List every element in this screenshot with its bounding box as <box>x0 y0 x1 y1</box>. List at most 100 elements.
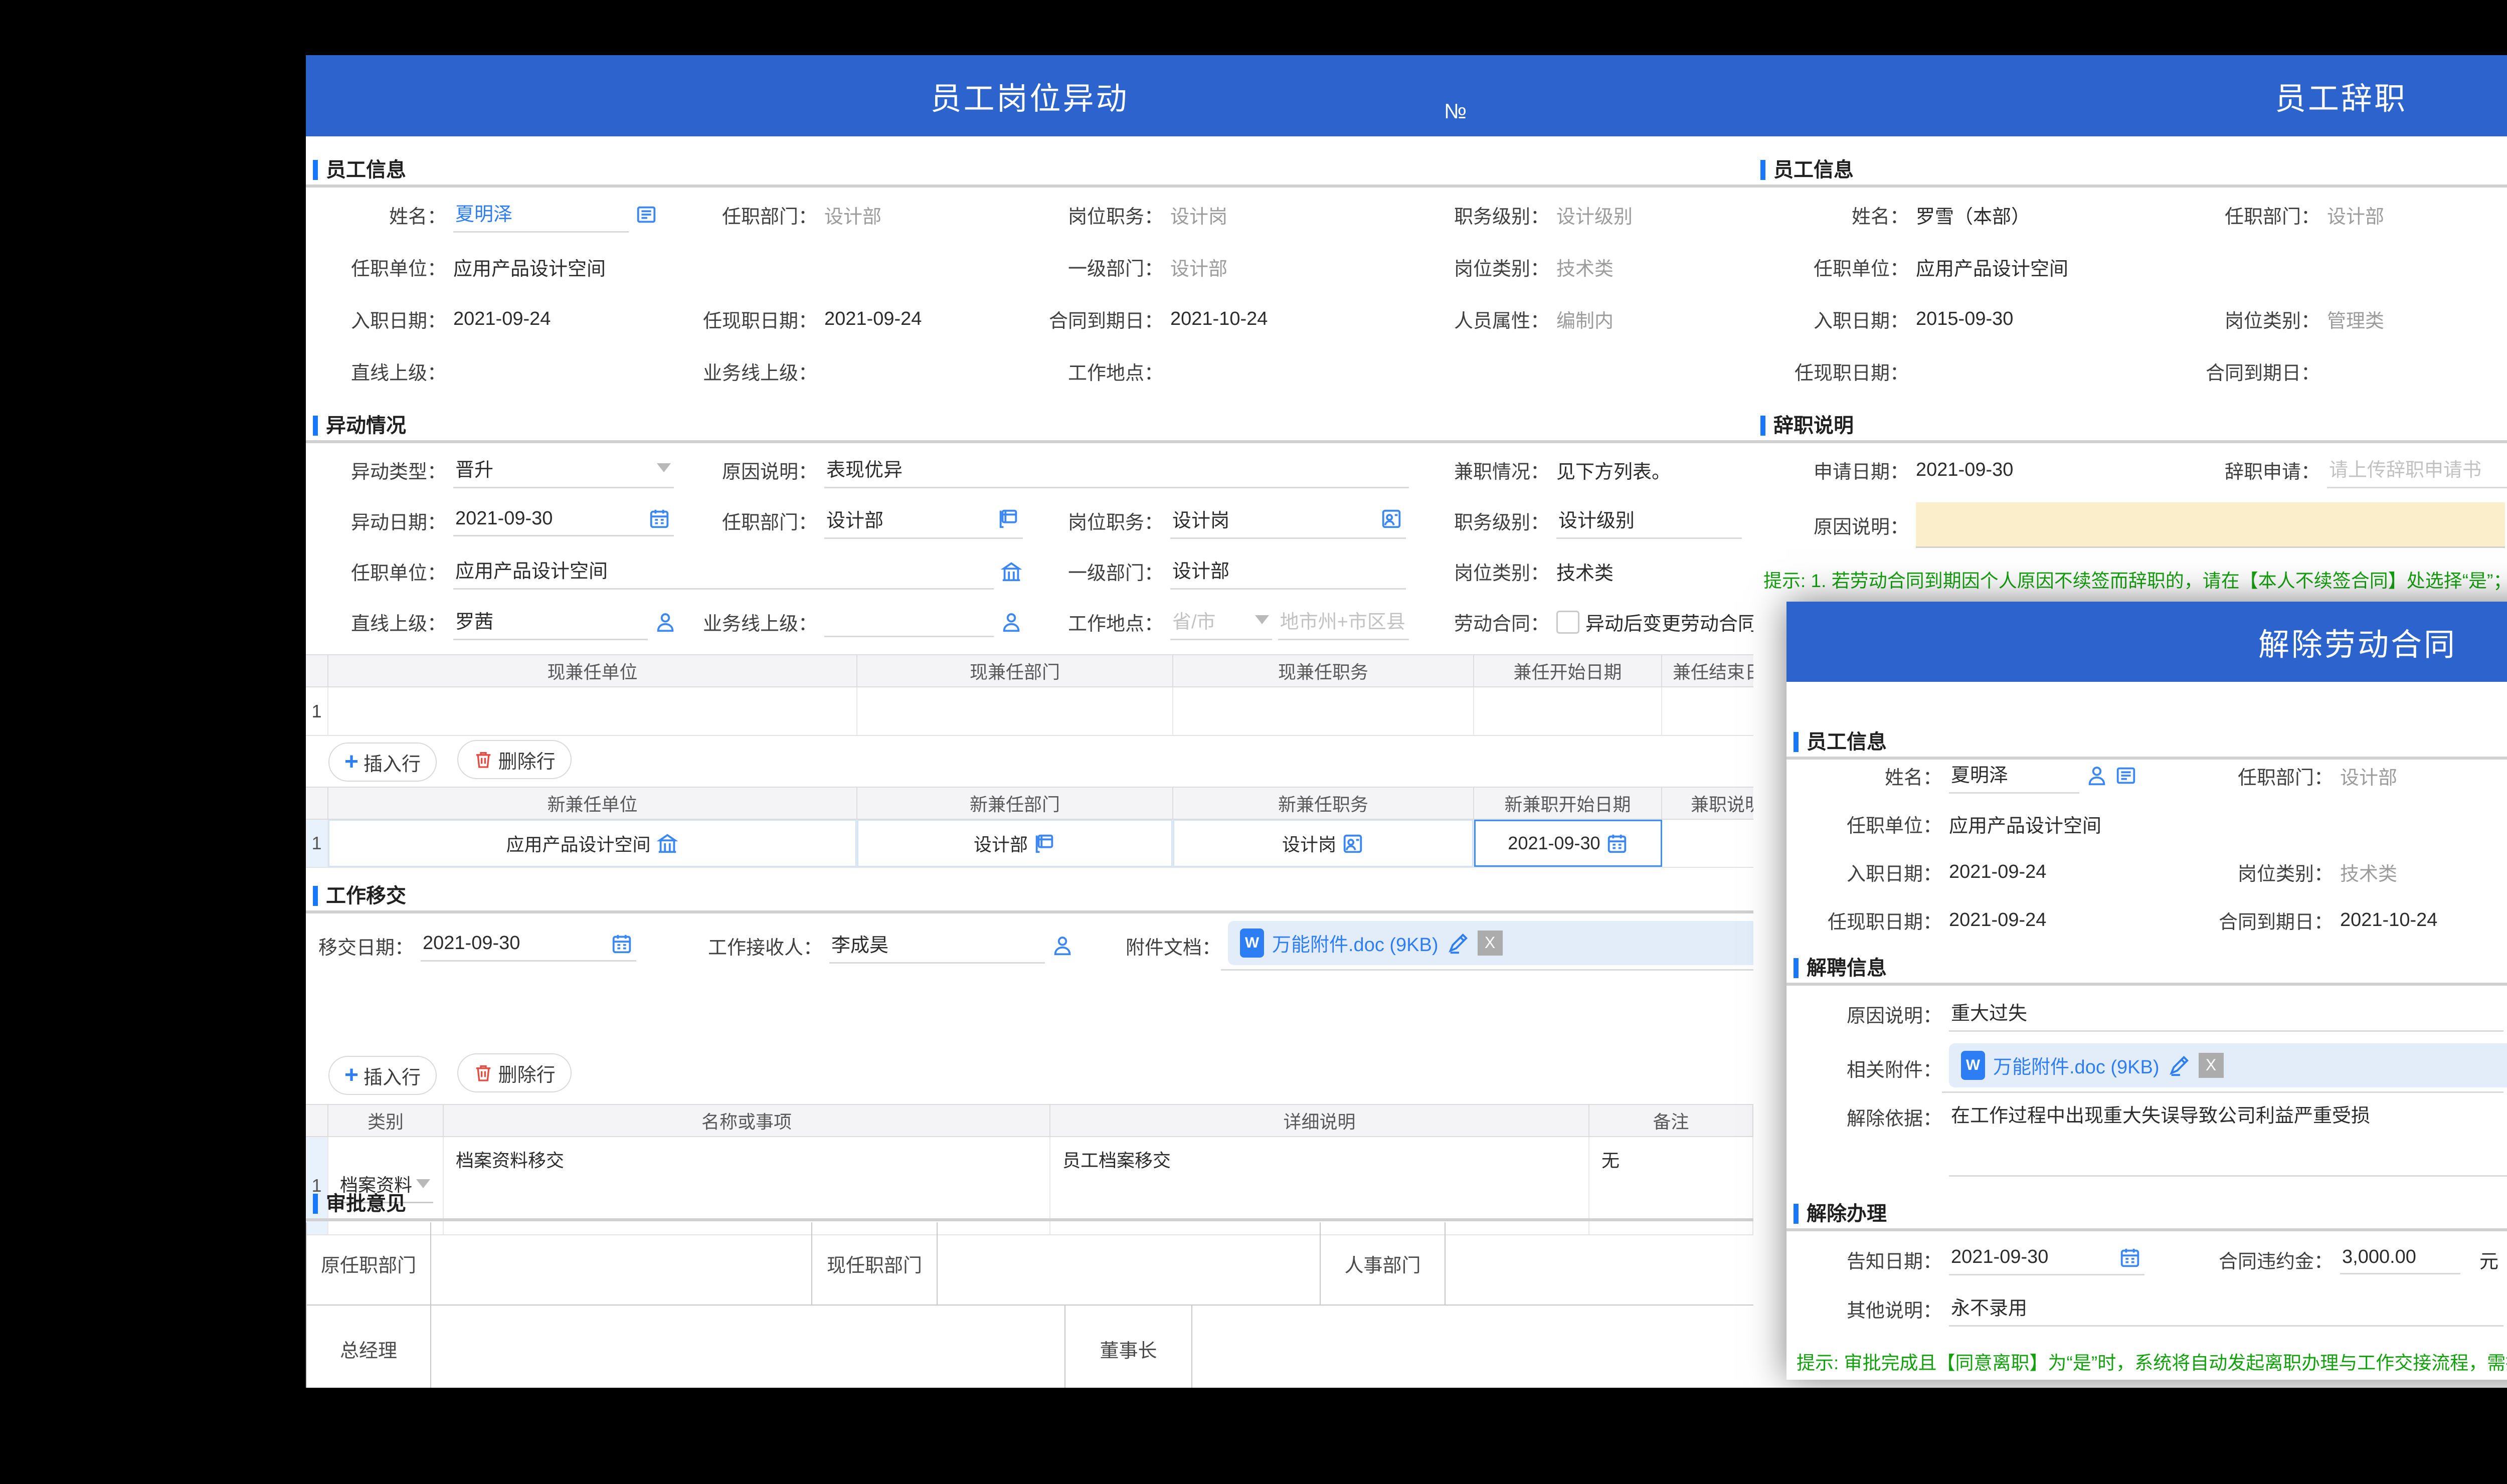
no-renew-label: 本人不续签合同： <box>2490 511 2507 539</box>
word-doc-icon: W <box>1240 929 1264 958</box>
unit-label: 任职单位： <box>1807 810 1942 838</box>
table-row[interactable]: 1 应用产品设计空间 设计部 设计岗 2021-09-30 <box>306 820 1753 868</box>
penalty-input[interactable]: 3,000.00 <box>2340 1244 2460 1274</box>
biz-manager-input[interactable] <box>824 607 994 637</box>
current-post-date-label: 任现职日期： <box>677 305 817 333</box>
section-work-handover: 工作移交 <box>306 881 1753 913</box>
insert-row-button[interactable]: +插入行 <box>328 1056 437 1095</box>
attachment-chip[interactable]: W 万能附件.doc (9KB) X <box>1228 921 1753 965</box>
section-title: 解除办理 <box>1794 1199 2507 1228</box>
new-dept-input[interactable]: 设计部 <box>824 503 1023 539</box>
new-dept-label: 任职部门： <box>677 507 817 534</box>
col-header: 现兼任单位 <box>328 655 857 686</box>
department-icon[interactable] <box>1033 832 1056 855</box>
job-icon[interactable] <box>1380 507 1403 530</box>
orig-dept-label: 原任职部门 <box>307 1222 431 1305</box>
new-rank-input[interactable]: 设计级别 <box>1556 503 1742 539</box>
insert-row-button[interactable]: +插入行 <box>328 743 437 782</box>
parttime-label: 兼职情况： <box>1409 456 1549 484</box>
orig-dept-opinion-cell[interactable] <box>431 1222 812 1305</box>
job-icon[interactable] <box>1341 832 1364 855</box>
delete-row-button[interactable]: 删除行 <box>457 1053 572 1092</box>
contact-card-icon[interactable] <box>2114 764 2137 787</box>
city-input[interactable]: 地市州+市区县 <box>1278 604 1409 640</box>
cat-value: 技术类 <box>2340 858 2397 886</box>
new-unit-input[interactable]: 应用产品设计空间 <box>453 553 994 590</box>
calendar-icon[interactable] <box>610 932 633 955</box>
new-dept1-input[interactable]: 设计部 <box>1170 553 1406 590</box>
reason-input[interactable] <box>1916 502 2505 548</box>
province-select[interactable]: 省/市 <box>1170 604 1272 640</box>
reason-label: 原因说明： <box>1807 1000 1942 1028</box>
contact-card-icon[interactable] <box>635 203 658 226</box>
termination-fields: 原因说明： 重大过失 经办人： @彭英杰 相关附件： W万能附件.doc (9K… <box>1786 990 2507 1183</box>
rank-label: 职务级别： <box>1409 201 1549 229</box>
reason-input[interactable]: 重大过失 <box>1949 996 2503 1032</box>
rank-value: 设计级别 <box>1556 201 1633 229</box>
delete-row-button[interactable]: 删除行 <box>457 740 572 779</box>
rank-label: 职务级别： <box>2503 810 2507 838</box>
sign-icon[interactable] <box>2168 1054 2191 1077</box>
other-note-input[interactable]: 永不录用 <box>1949 1290 2503 1327</box>
hr-dept-opinion-cell[interactable] <box>1446 1222 1753 1305</box>
name-input[interactable]: 夏明泽 <box>453 197 629 233</box>
new-unit-cell[interactable]: 应用产品设计空间 <box>328 820 857 867</box>
notice-date-input[interactable]: 2021-09-30 <box>1949 1244 2144 1275</box>
resign-fields: 申请日期： 2021-09-30 辞职申请： 请上传辞职申请书 原因说明： 本人… <box>1753 445 2507 627</box>
apply-date-label: 申请日期： <box>1773 456 1909 484</box>
resign-letter-upload[interactable]: 请上传辞职申请书 <box>2327 452 2507 488</box>
new-dept-cell[interactable]: 设计部 <box>857 820 1173 867</box>
col-header: 新兼任部门 <box>857 788 1173 819</box>
reason-input[interactable]: 表现优异 <box>824 452 1409 488</box>
sign-icon[interactable] <box>1447 932 1470 955</box>
attachment-file-name[interactable]: 万能附件.doc (9KB) <box>1272 929 1439 957</box>
calendar-icon[interactable] <box>648 507 671 530</box>
cat-label: 岗位类别： <box>1409 253 1549 281</box>
new-job-input[interactable]: 设计岗 <box>1170 503 1406 539</box>
plus-icon: + <box>344 1063 359 1087</box>
person-icon[interactable] <box>2085 764 2108 787</box>
table-header-row: 新兼任单位 新兼任部门 新兼任职务 新兼职开始日期 兼职说明 <box>306 787 1753 820</box>
change-date-input[interactable]: 2021-09-30 <box>453 505 674 536</box>
building-icon[interactable] <box>656 832 679 855</box>
word-doc-icon: W <box>1961 1051 1985 1080</box>
department-icon[interactable] <box>997 507 1020 530</box>
gm-opinion-cell[interactable] <box>431 1306 1065 1388</box>
remove-attachment-button[interactable]: X <box>1478 931 1503 956</box>
process-fields: 告知日期： 2021-09-30 合同违约金： 3,000.00元 补偿金： 3… <box>1786 1235 2507 1375</box>
parttime-note-cell[interactable] <box>1662 820 1753 867</box>
table-row[interactable]: 1 <box>306 687 1753 736</box>
person-icon[interactable] <box>1051 934 1074 957</box>
calendar-icon[interactable] <box>1605 832 1629 855</box>
hire-date-value: 2021-09-24 <box>453 308 551 330</box>
tip-line: 提示: 1. 若劳动合同到期因个人原因不续签而辞职的，请在【本人不续签合同】处选… <box>1763 566 2507 593</box>
chevron-down-icon <box>657 463 671 472</box>
current-dept-opinion-cell[interactable] <box>938 1222 1321 1305</box>
position-change-header: 员工岗位异动 № <box>306 55 1753 136</box>
dept-value: 设计部 <box>2327 201 2384 229</box>
new-job-cell[interactable]: 设计岗 <box>1173 820 1474 867</box>
basis-input[interactable]: 在工作过程中出现重大失误导致公司利益严重受损 <box>1949 1098 2507 1177</box>
contract-change-checkbox[interactable] <box>1556 611 1579 634</box>
handover-date-input[interactable]: 2021-09-30 <box>421 930 636 962</box>
start-date-cell[interactable]: 2021-09-30 <box>1474 820 1662 867</box>
receiver-label: 工作接收人： <box>667 932 822 960</box>
rank-label: 职务级别： <box>2490 253 2507 281</box>
change-type-select[interactable]: 晋升 <box>453 452 674 488</box>
name-input[interactable]: 夏明泽 <box>1949 758 2079 794</box>
attachment-file-name[interactable]: 万能附件.doc (9KB) <box>1993 1051 2160 1079</box>
new-cat-value: 技术类 <box>1556 558 1614 585</box>
building-icon[interactable] <box>1000 560 1023 583</box>
remove-attachment-button[interactable]: X <box>2199 1053 2224 1078</box>
process-tips: 提示: 审批完成且【同意离职】为“是”时，系统将自动发起离职办理与工作交接流程，… <box>1786 1334 2507 1375</box>
attachment-chip[interactable]: W 万能附件.doc (9KB) X <box>1949 1043 2507 1087</box>
line-manager-input[interactable]: 罗茜 <box>453 604 648 640</box>
person-icon[interactable] <box>1000 611 1023 634</box>
section-approval: 审批意见 <box>306 1189 1753 1221</box>
calendar-icon[interactable] <box>2118 1246 2141 1269</box>
field-row: 异动类型： 晋升 原因说明： 表现优异 兼职情况： 见下方列表。 <box>306 445 1753 495</box>
receiver-input[interactable]: 李成昊 <box>829 928 1045 964</box>
chairman-opinion-cell[interactable] <box>1192 1306 1753 1388</box>
person-icon[interactable] <box>654 611 677 634</box>
line-manager-label: 直线上级： <box>2490 305 2507 333</box>
